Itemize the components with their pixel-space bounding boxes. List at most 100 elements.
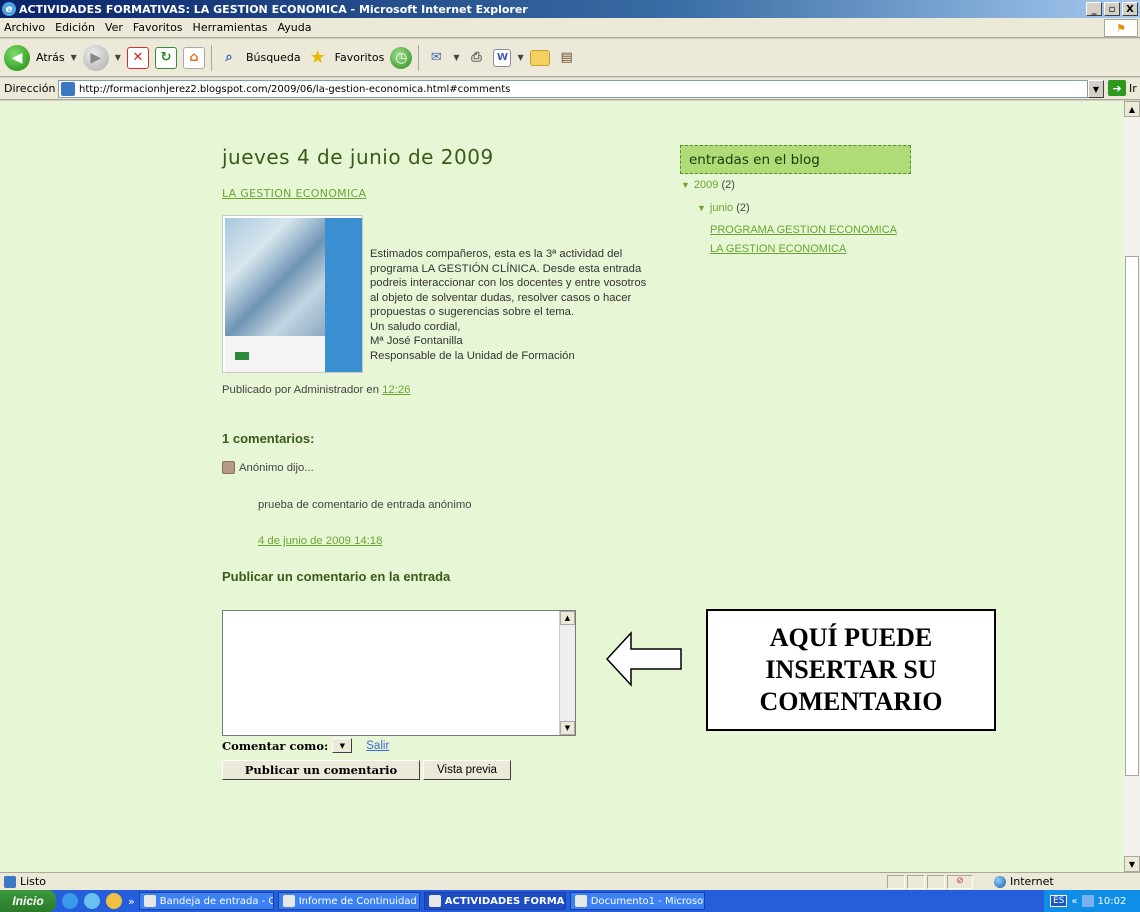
publish-comment-button[interactable]: Publicar un comentario — [222, 760, 420, 780]
status-text: Listo — [20, 875, 46, 888]
mail-dropdown-icon[interactable]: ▼ — [453, 53, 459, 62]
status-cell — [927, 875, 945, 889]
media-quicklaunch-icon[interactable] — [106, 893, 122, 909]
post-image[interactable] — [222, 215, 363, 373]
comment-body: prueba de comentario de entrada anónimo — [258, 499, 472, 511]
post-image-photos — [225, 218, 325, 336]
post-time-link[interactable]: 12:26 — [382, 384, 410, 396]
print-icon[interactable]: ⎙ — [465, 47, 487, 69]
comment-date-link[interactable]: 4 de junio de 2009 14:18 — [258, 535, 382, 547]
page-done-icon — [4, 875, 16, 888]
archive-month[interactable]: ▼ junio (2) — [697, 202, 750, 214]
back-button-label[interactable]: Atrás — [36, 51, 65, 64]
back-dropdown-icon[interactable]: ▼ — [71, 53, 77, 62]
task-browser-active[interactable]: ACTIVIDADES FORMA... — [423, 892, 566, 910]
status-cell — [907, 875, 925, 889]
scroll-down-icon[interactable]: ▼ — [560, 721, 575, 735]
mail-icon[interactable]: ✉ — [425, 47, 447, 69]
zone-label: Internet — [1010, 875, 1054, 888]
language-indicator[interactable]: ES — [1050, 895, 1068, 907]
ie-quicklaunch-icon[interactable] — [62, 893, 78, 909]
post-title-link[interactable]: LA GESTION ECONOMICA — [222, 187, 366, 200]
archive-month-count: (2) — [736, 202, 750, 214]
task-inbox[interactable]: Bandeja de entrada - Ou... — [138, 892, 274, 910]
task-label: Bandeja de entrada - Ou... — [159, 895, 273, 907]
outlook-icon — [143, 895, 156, 907]
expand-triangle-icon[interactable]: ▼ — [697, 203, 706, 213]
archive-post-link[interactable]: PROGRAMA GESTION ECONOMICA — [710, 224, 897, 236]
archive-year[interactable]: ▼ 2009 (2) — [681, 179, 735, 191]
instruction-callout: AQUÍ PUEDE INSERTAR SU COMENTARIO — [706, 609, 996, 731]
callout-line-3: COMENTARIO — [759, 687, 943, 716]
comment-textarea-scrollbar[interactable]: ▲ ▼ — [559, 611, 575, 735]
home-icon[interactable]: ⌂ — [182, 46, 205, 69]
menu-bar: Archivo Edición Ver Favoritos Herramient… — [0, 18, 1140, 38]
scroll-up-icon[interactable]: ▲ — [1124, 101, 1140, 117]
comment-textarea[interactable]: ▲ ▼ — [222, 610, 576, 736]
task-report[interactable]: Informe de Continuidad ... — [277, 892, 420, 910]
window-controls: _ ▫ X — [1086, 2, 1138, 16]
history-icon[interactable]: ◷ — [390, 46, 413, 69]
address-dropdown-icon[interactable]: ▼ — [1088, 80, 1104, 98]
menu-edicion[interactable]: Edición — [55, 21, 95, 34]
scroll-down-icon[interactable]: ▼ — [1124, 856, 1140, 872]
quicklaunch-more-icon[interactable]: » — [128, 895, 135, 908]
outlook-quicklaunch-icon[interactable] — [84, 893, 100, 909]
search-button-label[interactable]: Búsqueda — [246, 51, 301, 64]
ie-icon — [428, 895, 441, 907]
address-input[interactable]: http://formacionhjerez2.blogspot.com/200… — [58, 80, 1088, 98]
close-button[interactable]: X — [1122, 2, 1138, 16]
preview-button[interactable]: Vista previa — [423, 760, 511, 780]
toolbar-separator — [210, 44, 212, 71]
forward-arrow-icon[interactable]: ▶ — [82, 44, 109, 71]
task-word[interactable]: Documento1 - Microsoft ... — [569, 892, 705, 910]
system-tray: ES « 10:02 — [1044, 890, 1140, 912]
signout-link[interactable]: Salir — [366, 740, 389, 752]
go-button[interactable]: ➔ Ir — [1108, 80, 1137, 96]
menu-archivo[interactable]: Archivo — [4, 21, 45, 34]
status-cell — [887, 875, 905, 889]
taskbar: Inicio » Bandeja de entrada - Ou... Info… — [0, 890, 1140, 912]
page-scrollbar[interactable]: ▲ ▼ — [1124, 101, 1140, 872]
address-url: http://formacionhjerez2.blogspot.com/200… — [79, 83, 511, 95]
go-label: Ir — [1129, 81, 1137, 95]
window-titlebar[interactable]: e ACTIVIDADES FORMATIVAS: LA GESTION ECO… — [0, 0, 1140, 18]
archive-year-link[interactable]: 2009 — [694, 179, 718, 191]
sidebar-title: entradas en el blog — [680, 145, 911, 174]
popup-blocker-icon[interactable]: ⊘ — [947, 875, 973, 889]
menu-ver[interactable]: Ver — [105, 21, 123, 34]
archive-post-link[interactable]: LA GESTION ECONOMICA — [710, 243, 846, 255]
messenger-icon[interactable]: ▤ — [556, 47, 578, 69]
identity-select[interactable]: ▼ — [332, 738, 353, 753]
clock[interactable]: 10:02 — [1098, 896, 1127, 907]
forward-dropdown-icon[interactable]: ▼ — [115, 53, 121, 62]
globe-icon — [994, 875, 1006, 888]
menu-herramientas[interactable]: Herramientas — [193, 21, 268, 34]
favorites-button-label[interactable]: Favoritos — [335, 51, 385, 64]
menu-ayuda[interactable]: Ayuda — [277, 21, 311, 34]
favorites-star-icon[interactable]: ★ — [307, 47, 329, 69]
edit-word-icon[interactable]: W — [493, 48, 512, 67]
comment-form-header: Publicar un comentario en la entrada — [222, 569, 451, 584]
scroll-thumb[interactable] — [1125, 256, 1139, 776]
minimize-button[interactable]: _ — [1086, 2, 1102, 16]
expand-triangle-icon[interactable]: ▼ — [681, 180, 690, 190]
junta-logo-icon — [235, 352, 249, 360]
edit-dropdown-icon[interactable]: ▼ — [517, 53, 523, 62]
maximize-button[interactable]: ▫ — [1104, 2, 1120, 16]
archive-month-link[interactable]: junio — [710, 202, 733, 214]
word-icon — [574, 895, 587, 907]
menu-favoritos[interactable]: Favoritos — [133, 21, 183, 34]
stop-icon[interactable]: ✕ — [126, 46, 149, 69]
folder-icon[interactable] — [529, 49, 550, 66]
back-arrow-icon[interactable]: ◀ — [4, 44, 30, 71]
network-icon[interactable] — [1081, 895, 1094, 907]
refresh-icon[interactable]: ↻ — [154, 46, 177, 69]
start-button[interactable]: Inicio — [0, 890, 56, 912]
scroll-up-icon[interactable]: ▲ — [560, 611, 575, 625]
archive-year-count: (2) — [721, 179, 735, 191]
toolbar: ◀ Atrás ▼ ▶ ▼ ✕ ↻ ⌂ ⌕ Búsqueda ★ Favorit… — [0, 39, 1140, 77]
search-icon[interactable]: ⌕ — [218, 47, 240, 69]
callout-line-1: AQUÍ PUEDE — [769, 623, 933, 652]
tray-expand-icon[interactable]: « — [1071, 896, 1077, 907]
